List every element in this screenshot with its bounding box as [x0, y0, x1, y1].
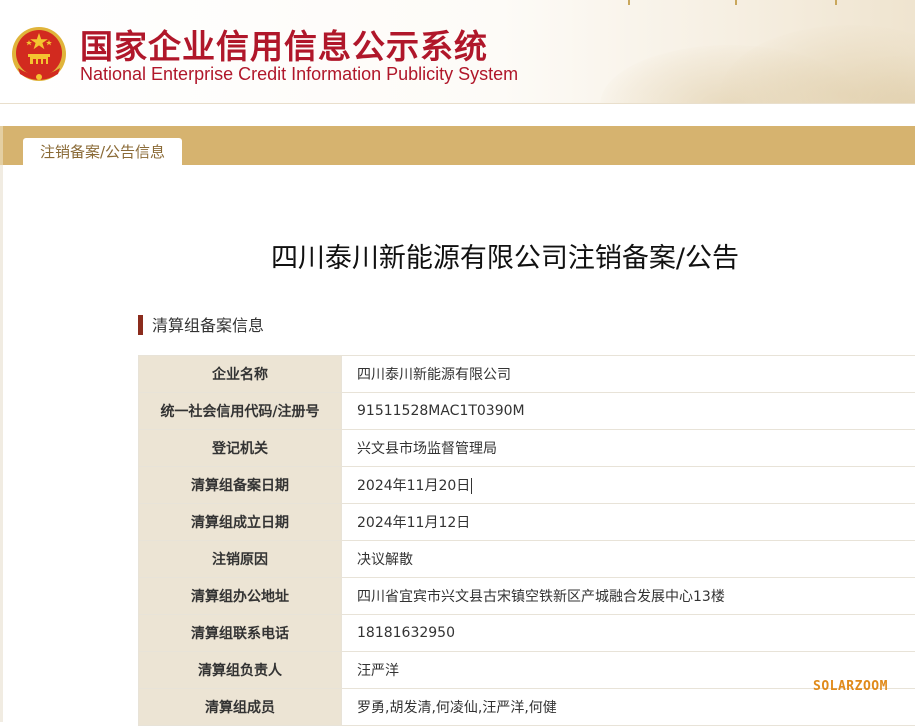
site-title-en: National Enterprise Credit Information P…	[80, 64, 518, 85]
site-header: 国家企业信用信息公示系统 National Enterprise Credit …	[0, 0, 915, 104]
row-value: 2024年11月20日	[357, 478, 470, 494]
row-label: 清算组成立日期	[139, 504, 342, 541]
site-title-cn: 国家企业信用信息公示系统	[80, 20, 488, 68]
row-value: 兴文县市场监督管理局	[342, 430, 915, 467]
table-row: 注销原因 决议解散	[139, 541, 915, 578]
row-label: 登记机关	[139, 430, 342, 467]
table-row: 统一社会信用代码/注册号 91511528MAC1T0390M	[139, 393, 915, 430]
national-emblem-icon	[10, 24, 68, 84]
table-row: 清算组成立日期 2024年11月12日	[139, 504, 915, 541]
header-divider-tick	[628, 0, 630, 5]
section-heading: 清算组备案信息	[138, 315, 264, 335]
row-value: 四川省宜宾市兴文县古宋镇空铁新区产城融合发展中心13楼	[342, 578, 915, 615]
row-label: 清算组负责人	[139, 652, 342, 689]
header-divider-tick	[735, 0, 737, 5]
row-label: 注销原因	[139, 541, 342, 578]
row-value: 91511528MAC1T0390M	[342, 393, 915, 430]
row-label: 企业名称	[139, 356, 342, 393]
table-row: 清算组联系电话 18181632950	[139, 615, 915, 652]
header-divider-tick	[835, 0, 837, 5]
row-value: 四川泰川新能源有限公司	[342, 356, 915, 393]
row-value: 18181632950	[342, 615, 915, 652]
row-value: 决议解散	[342, 541, 915, 578]
tab-deregistration-notice[interactable]: 注销备案/公告信息	[23, 138, 182, 165]
row-value: 2024年11月12日	[342, 504, 915, 541]
table-row: 清算组负责人 汪严洋	[139, 652, 915, 689]
table-row: 清算组备案日期 2024年11月20日	[139, 467, 915, 504]
notice-title: 四川泰川新能源有限公司注销备案/公告	[0, 236, 915, 275]
row-value: 罗勇,胡发清,何凌仙,汪严洋,何健	[342, 689, 915, 726]
row-label: 统一社会信用代码/注册号	[139, 393, 342, 430]
table-row: 企业名称 四川泰川新能源有限公司	[139, 356, 915, 393]
row-label: 清算组联系电话	[139, 615, 342, 652]
text-cursor	[471, 478, 472, 494]
row-label: 清算组成员	[139, 689, 342, 726]
table-row: 清算组办公地址 四川省宜宾市兴文县古宋镇空铁新区产城融合发展中心13楼	[139, 578, 915, 615]
row-label: 清算组办公地址	[139, 578, 342, 615]
row-label: 清算组备案日期	[139, 467, 342, 504]
solarzoom-watermark: SOLARZOOM	[813, 679, 888, 694]
tab-bar: 注销备案/公告信息	[0, 126, 915, 165]
row-value-with-cursor: 2024年11月20日	[342, 467, 915, 504]
table-row: 登记机关 兴文县市场监督管理局	[139, 430, 915, 467]
table-row: 清算组成员 罗勇,胡发清,何凌仙,汪严洋,何健	[139, 689, 915, 726]
liquidation-info-table: 企业名称 四川泰川新能源有限公司 统一社会信用代码/注册号 91511528MA…	[138, 355, 915, 726]
